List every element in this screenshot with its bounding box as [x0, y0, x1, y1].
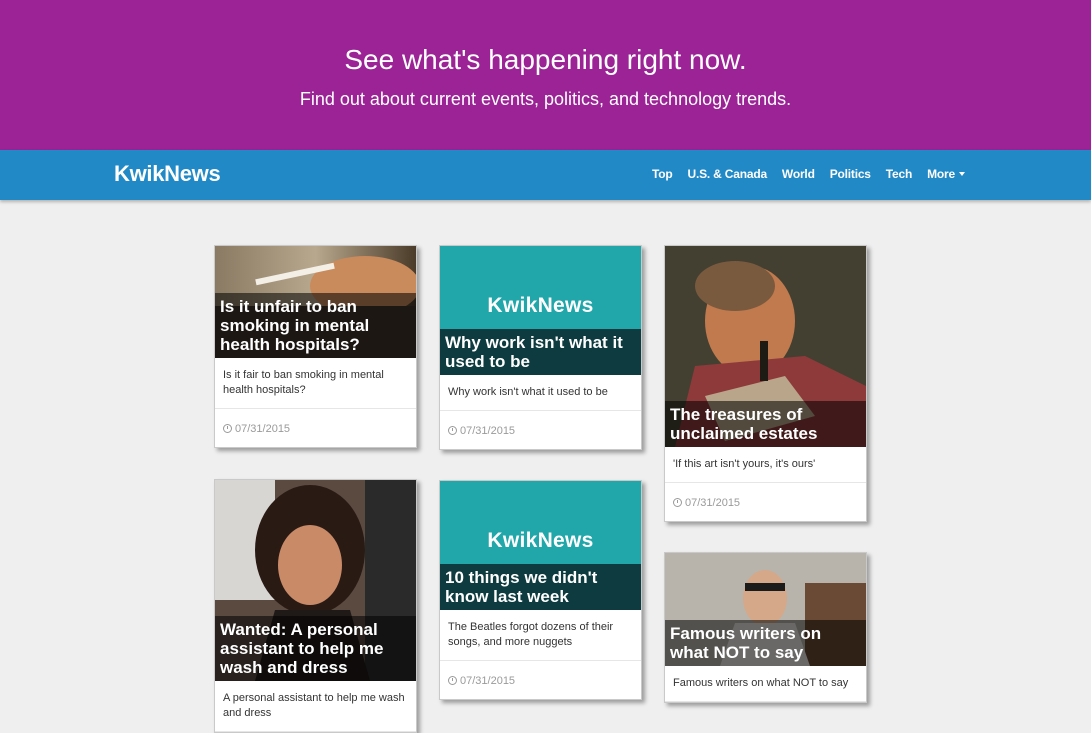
card-meta: 07/31/2015: [665, 483, 866, 521]
card-summary: 'If this art isn't yours, it's ours': [665, 447, 866, 483]
nav-link-politics[interactable]: Politics: [830, 167, 871, 181]
card-summary: Is it fair to ban smoking in mental heal…: [215, 358, 416, 409]
card-image: Is it unfair to ban smoking in mental he…: [215, 246, 416, 358]
card-meta: 07/31/2015: [440, 411, 641, 449]
news-card[interactable]: The treasures of unclaimed estates 'If t…: [664, 245, 867, 522]
card-summary: Famous writers on what NOT to say: [665, 666, 866, 702]
card-title: 10 things we didn't know last week: [440, 564, 641, 610]
card-image: KwikNews Why work isn't what it used to …: [440, 246, 641, 375]
nav-link-tech[interactable]: Tech: [886, 167, 913, 181]
news-card[interactable]: KwikNews 10 things we didn't know last w…: [439, 480, 642, 700]
kwiknews-logo: KwikNews: [487, 294, 594, 317]
hero-banner: See what's happening right now. Find out…: [0, 0, 1091, 150]
news-card[interactable]: Is it unfair to ban smoking in mental he…: [214, 245, 417, 448]
nav-link-top[interactable]: Top: [652, 167, 673, 181]
card-date: 07/31/2015: [460, 675, 516, 687]
nav-link-world[interactable]: World: [782, 167, 815, 181]
clock-icon: [673, 498, 682, 507]
clock-icon: [448, 426, 457, 435]
news-card[interactable]: KwikNews Why work isn't what it used to …: [439, 245, 642, 450]
card-image: Famous writers on what NOT to say: [665, 553, 866, 666]
kwiknews-logo: KwikNews: [487, 529, 594, 552]
card-date: 07/31/2015: [685, 497, 741, 509]
card-title: The treasures of unclaimed estates: [665, 401, 866, 447]
clock-icon: [223, 424, 232, 433]
card-meta: 07/31/2015: [440, 661, 641, 699]
hero-title: See what's happening right now.: [344, 44, 747, 75]
nav-link-us-canada[interactable]: U.S. & Canada: [688, 167, 768, 181]
card-image: Wanted: A personal assistant to help me …: [215, 480, 416, 681]
card-image: KwikNews 10 things we didn't know last w…: [440, 481, 641, 610]
card-meta: 07/31/2015: [215, 409, 416, 447]
card-date: 07/31/2015: [460, 425, 516, 437]
caret-down-icon: [959, 172, 965, 176]
card-image: The treasures of unclaimed estates: [665, 246, 866, 447]
brand-logo[interactable]: KwikNews: [114, 161, 221, 187]
card-date: 07/31/2015: [235, 423, 291, 435]
card-title: Famous writers on what NOT to say: [665, 620, 866, 666]
navbar: KwikNews Top U.S. & Canada World Politic…: [0, 150, 1091, 200]
nav-link-more[interactable]: More: [927, 167, 965, 181]
card-summary: A personal assistant to help me wash and…: [215, 681, 416, 732]
nav-links: Top U.S. & Canada World Politics Tech Mo…: [652, 167, 965, 181]
card-summary: Why work isn't what it used to be: [440, 375, 641, 411]
hero-subtitle: Find out about current events, politics,…: [299, 89, 792, 109]
news-card[interactable]: Famous writers on what NOT to say Famous…: [664, 552, 867, 703]
nav-link-more-label: More: [927, 167, 955, 181]
card-title: Wanted: A personal assistant to help me …: [215, 616, 416, 681]
clock-icon: [448, 676, 457, 685]
card-summary: The Beatles forgot dozens of their songs…: [440, 610, 641, 661]
news-card[interactable]: Wanted: A personal assistant to help me …: [214, 479, 417, 733]
card-title: Why work isn't what it used to be: [440, 329, 641, 375]
card-title: Is it unfair to ban smoking in mental he…: [215, 293, 416, 358]
